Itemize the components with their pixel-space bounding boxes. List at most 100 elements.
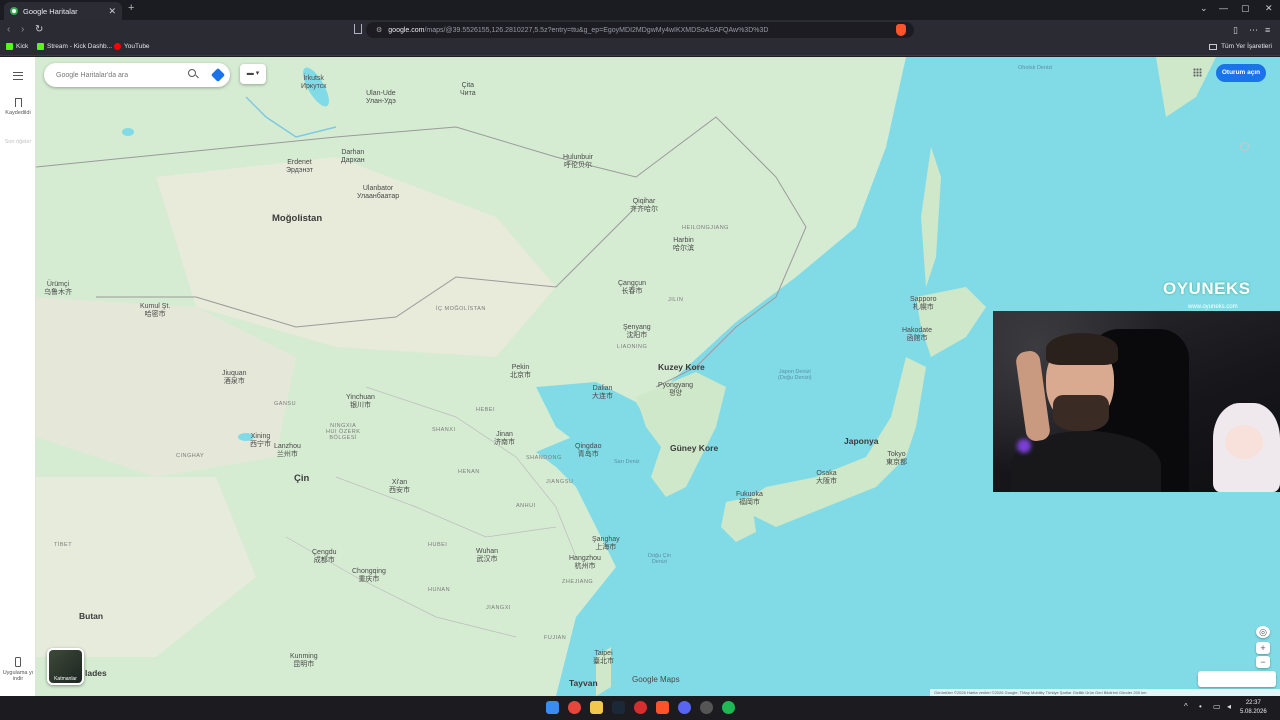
map-label-erdenet: Erdenet Эрдэнэт bbox=[286, 159, 313, 174]
close-window-button[interactable]: ✕ bbox=[1265, 3, 1273, 14]
search-input[interactable]: Google Haritalar'da ara bbox=[56, 72, 128, 79]
tab-title: Google Haritalar bbox=[23, 6, 78, 16]
map-label-japon-denizi: Japon Denizi (Doğu Denizi) bbox=[778, 369, 812, 382]
bookmark-kick-dashboard[interactable]: Stream - Kick Dashb... bbox=[37, 43, 112, 50]
map-label-yinchuan: Yinchuan 银川市 bbox=[346, 394, 375, 409]
traffic-layer-button[interactable]: ▬ ▾ bbox=[240, 64, 266, 84]
file-explorer-icon[interactable] bbox=[590, 701, 603, 714]
zoom-in-button[interactable]: + bbox=[1256, 642, 1270, 654]
map-label-liaoning: LIAONING bbox=[617, 344, 648, 350]
my-location-icon[interactable]: ◎ bbox=[1256, 626, 1270, 638]
history-icon bbox=[1240, 142, 1249, 151]
map-label-tokyo: Tokyo 東京都 bbox=[886, 451, 907, 466]
map-label-changchun: Çangçun 长春市 bbox=[618, 280, 647, 295]
minimize-button[interactable]: — bbox=[1219, 3, 1228, 13]
maps-side-rail: Kaydedildi Son öğeler Uygulama yı indir bbox=[0, 57, 1249, 696]
map-label-mogolistan: Moğolistan bbox=[272, 213, 323, 224]
microphone-icon[interactable]: • bbox=[1199, 702, 1202, 711]
search-icon[interactable] bbox=[188, 69, 196, 77]
map-label-ningxia: NINGXIA HUI ÖZERK BÖLGESİ bbox=[326, 423, 361, 442]
tab-search-icon[interactable]: ⌄ bbox=[1200, 3, 1208, 14]
all-bookmarks-button[interactable]: Tüm Yer İşaretleri bbox=[1209, 43, 1272, 50]
discord-icon[interactable] bbox=[678, 701, 691, 714]
map-label-pyongyang: Pyongyang 평양 bbox=[658, 382, 694, 397]
sidebar-icon[interactable]: ▯ bbox=[1233, 25, 1238, 36]
brave-icon[interactable] bbox=[656, 701, 669, 714]
obs-icon[interactable] bbox=[700, 701, 713, 714]
map-label-fukuoka: Fukuoka 福岡市 bbox=[736, 491, 763, 506]
map-label-taipei: Taipei 臺北市 bbox=[593, 650, 614, 665]
search-box[interactable]: Google Haritalar'da ara bbox=[44, 63, 230, 87]
windows-start-icon[interactable] bbox=[546, 701, 559, 714]
windows-taskbar: ^ • ▭ ◂ 22:37 5.08.2026 bbox=[0, 696, 1280, 720]
map-label-tibet: TİBET bbox=[54, 542, 73, 548]
bookmark-icon bbox=[14, 98, 22, 107]
kick-icon bbox=[37, 43, 44, 50]
map-label-kuzey-kore: Kuzey Kore bbox=[658, 362, 705, 372]
directions-icon[interactable] bbox=[210, 67, 226, 83]
browser-toolbar: ‹ › ↻ ⚙ google.com /maps/@39.5526155,126… bbox=[0, 20, 1280, 40]
map-label-osaka: Osaka 大阪市 bbox=[816, 470, 837, 485]
map-label-tayvan: Tayvan bbox=[569, 678, 598, 688]
maximize-button[interactable]: ▢ bbox=[1241, 3, 1250, 14]
map-label-ulanude: Ulan-Ude Улан-Удэ bbox=[366, 90, 396, 105]
recent-button[interactable]: Son öğeler bbox=[0, 139, 1249, 151]
saved-button[interactable]: Kaydedildi bbox=[0, 98, 36, 116]
folder-icon bbox=[1209, 43, 1218, 50]
network-icon[interactable]: ▭ bbox=[1213, 702, 1221, 711]
map-label-irkutsk: İrkutsk Иркутск bbox=[301, 75, 327, 90]
map-label-sari-deniz: Sarı Deniz bbox=[614, 459, 640, 465]
map-label-heilongjiang: HEILONGJIANG bbox=[682, 225, 729, 231]
get-app-button[interactable]: Uygulama yı indir bbox=[0, 657, 36, 682]
map-label-pekin: Pekin 北京市 bbox=[510, 364, 531, 379]
site-info-icon[interactable]: ⚙ bbox=[376, 26, 382, 34]
chrome-icon[interactable] bbox=[568, 701, 581, 714]
bookmark-youtube[interactable]: YouTube bbox=[114, 43, 150, 50]
google-apps-icon[interactable] bbox=[1193, 68, 1202, 77]
sign-in-button[interactable]: Oturum açın bbox=[1216, 64, 1266, 82]
spotify-icon[interactable] bbox=[722, 701, 735, 714]
map-label-butan: Butan bbox=[79, 611, 104, 621]
map-label-jilin: JILIN bbox=[668, 297, 684, 303]
forward-arrow-icon[interactable]: › bbox=[21, 24, 24, 35]
tray-overflow-icon[interactable]: ^ bbox=[1184, 702, 1188, 711]
map-label-chita: Çita Чита bbox=[460, 82, 476, 97]
layers-toggle-button[interactable]: Katmanlar bbox=[47, 648, 84, 685]
map-label-kumul: Kumul Şt. 哈密市 bbox=[140, 303, 171, 318]
map-label-jiuquan: Jiuquan 酒泉市 bbox=[222, 370, 247, 385]
street-view-and-imagery-strip[interactable] bbox=[1198, 671, 1276, 687]
map-label-shenyang: Şenyang 沈阳市 bbox=[623, 324, 651, 339]
address-bar[interactable]: ⚙ google.com /maps/@39.5526155,126.28102… bbox=[366, 22, 914, 38]
map-label-chengdu: Çengdu 成都市 bbox=[312, 549, 337, 564]
map-label-japonya: Japonya bbox=[844, 436, 879, 446]
map-label-shanxi: SHANXI bbox=[432, 427, 456, 433]
youtube-icon bbox=[114, 43, 121, 50]
extensions-icon[interactable]: ⋯ bbox=[1249, 25, 1258, 36]
new-tab-button[interactable]: + bbox=[128, 2, 134, 14]
map-label-qingdao: Qingdao 青岛市 bbox=[575, 443, 602, 458]
browser-menu-icon[interactable]: ≡ bbox=[1265, 25, 1270, 35]
bookmark-page-icon[interactable] bbox=[354, 24, 362, 34]
tab-google-maps[interactable]: Google Haritalar ✕ bbox=[4, 2, 122, 20]
menu-hamburger-icon[interactable] bbox=[13, 72, 23, 80]
system-clock[interactable]: 22:37 5.08.2026 bbox=[1240, 699, 1267, 717]
kick-icon bbox=[6, 43, 13, 50]
map-label-lanzhou: Lanzhou 兰州市 bbox=[274, 443, 301, 458]
map-label-hangzhou: Hangzhou 杭州市 bbox=[569, 555, 601, 570]
map-label-hebei: HEBEI bbox=[476, 407, 496, 413]
tab-close-icon[interactable]: ✕ bbox=[108, 6, 116, 17]
opera-gx-icon[interactable] bbox=[634, 701, 647, 714]
map-label-xining: Xining 西宁市 bbox=[250, 433, 271, 448]
map-label-shanghai: Şanghay 上海市 bbox=[592, 536, 620, 551]
map-label-jiangxi: JIANGXI bbox=[486, 605, 511, 611]
map-label-ohotsk: Ohotsk Denizi bbox=[1018, 65, 1053, 71]
zoom-out-button[interactable]: − bbox=[1256, 656, 1270, 668]
back-arrow-icon[interactable]: ‹ bbox=[7, 24, 10, 35]
brave-shield-icon[interactable] bbox=[896, 24, 906, 36]
reload-icon[interactable]: ↻ bbox=[35, 24, 43, 35]
google-maps-favicon-icon bbox=[10, 7, 18, 15]
volume-icon[interactable]: ◂ bbox=[1227, 702, 1231, 711]
steam-icon[interactable] bbox=[612, 701, 625, 714]
bookmark-kick[interactable]: Kick bbox=[6, 43, 28, 50]
map-label-fujian: FUJIAN bbox=[544, 635, 567, 641]
